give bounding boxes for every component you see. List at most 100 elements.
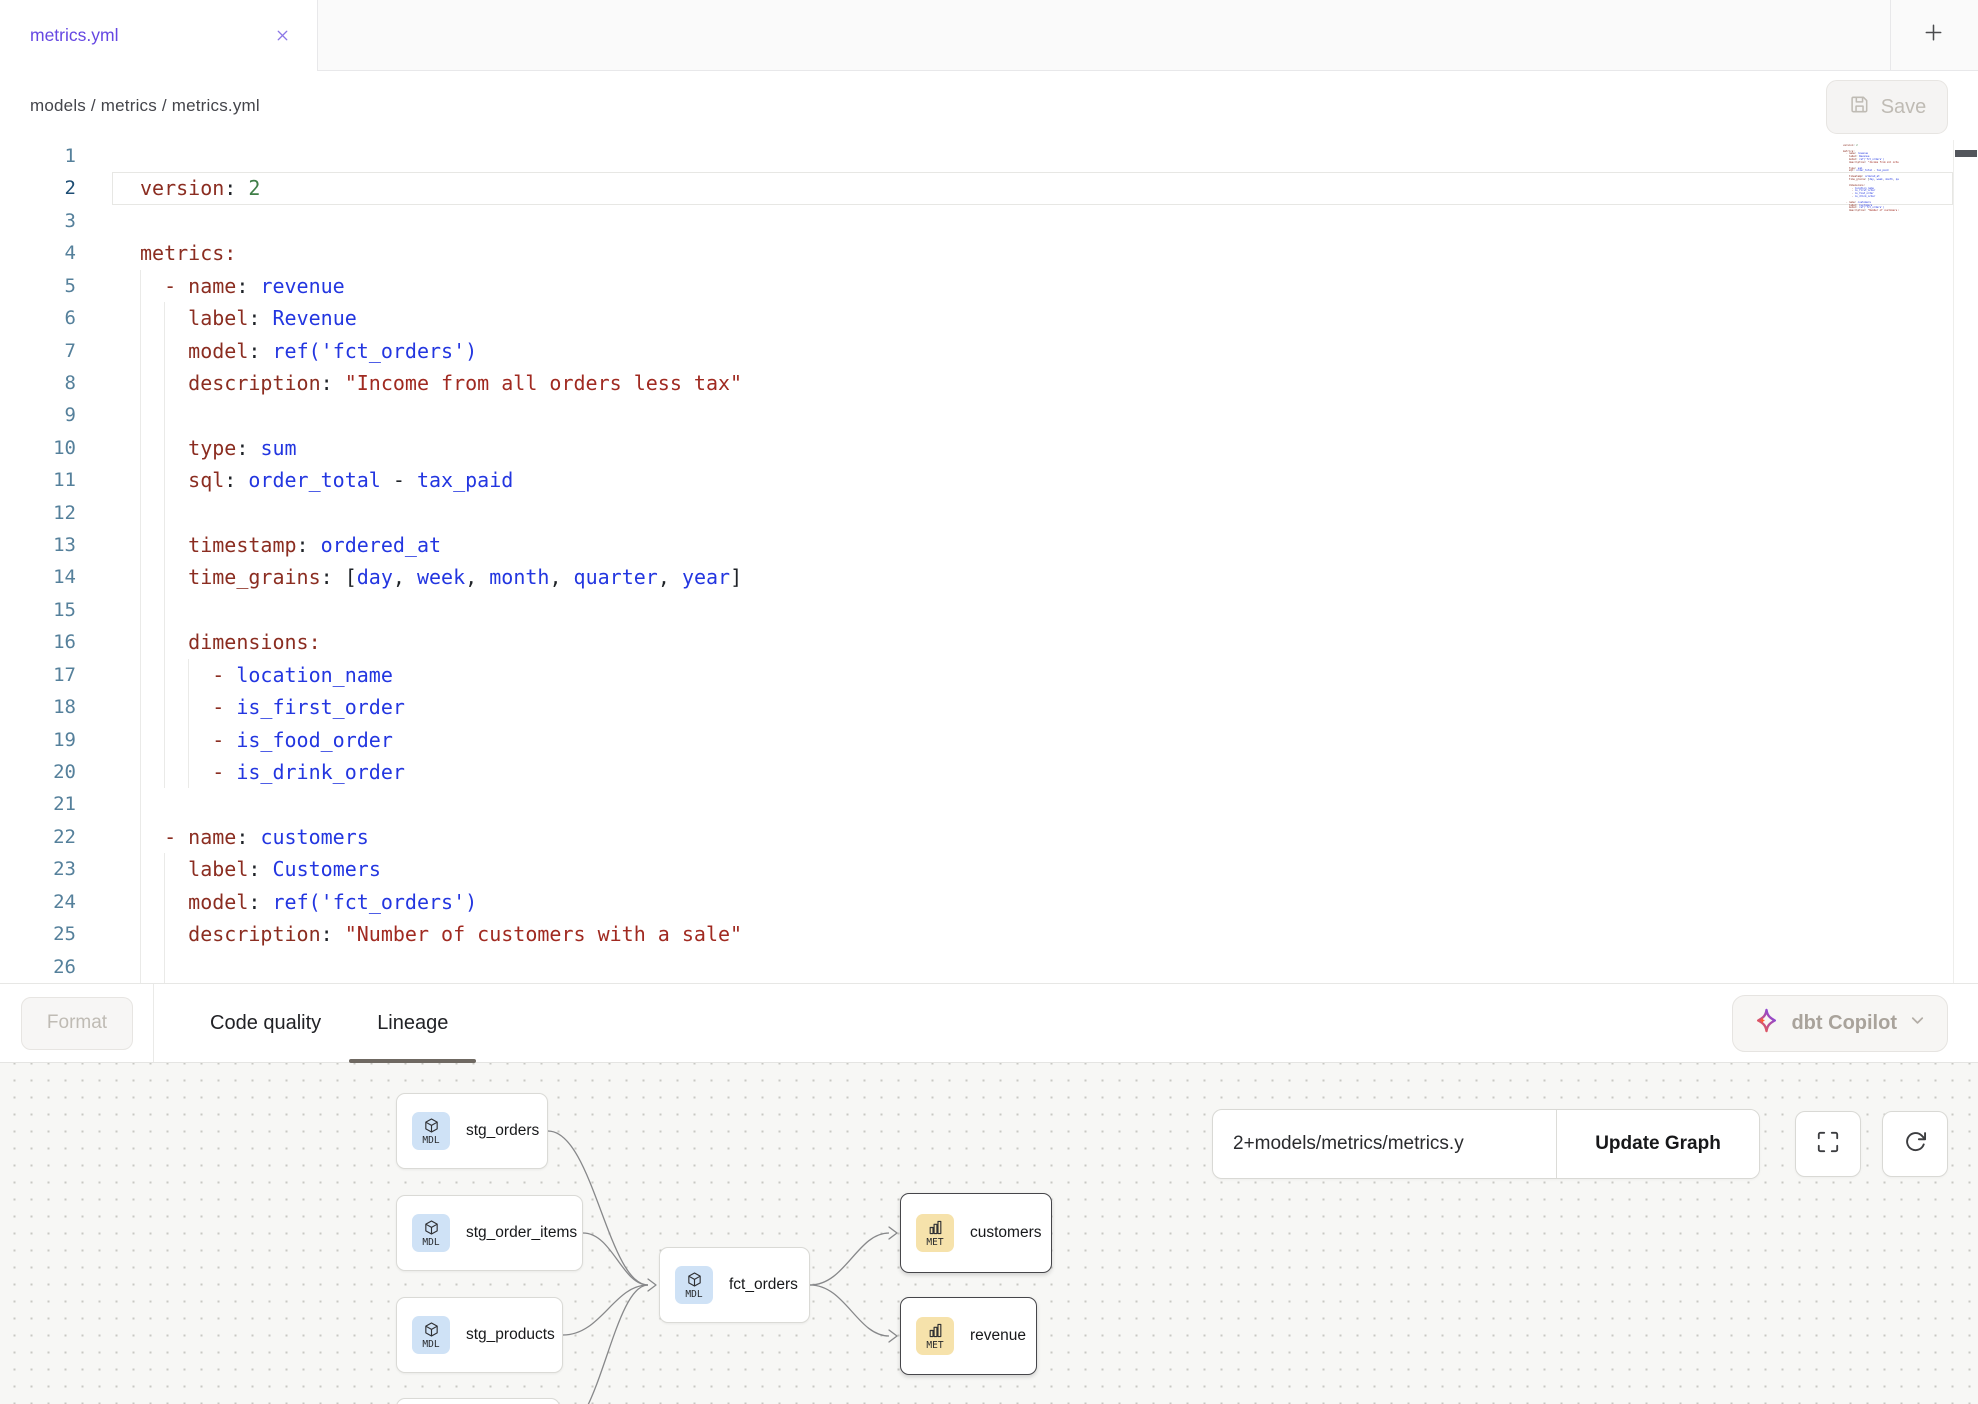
line-number[interactable]: 26	[0, 951, 100, 983]
code-line[interactable]: 12	[0, 497, 1978, 529]
lineage-node-stg_partial[interactable]: MDL	[396, 1398, 560, 1404]
lineage-node-stg_products[interactable]: MDLstg_products	[396, 1297, 563, 1373]
indent-guide	[140, 659, 141, 691]
code-line[interactable]: 15	[0, 594, 1978, 626]
code-line-text: description: "Number of customers with a…	[100, 918, 1978, 950]
line-number[interactable]: 1	[0, 140, 100, 172]
line-number[interactable]: 19	[0, 724, 100, 756]
code-line[interactable]: 4metrics:	[0, 237, 1978, 269]
lineage-node-stg_order_items[interactable]: MDLstg_order_items	[396, 1195, 583, 1271]
tab-code-quality-label: Code quality	[210, 1012, 321, 1035]
code-line[interactable]: 19 - is_food_order	[0, 724, 1978, 756]
lineage-node-customers[interactable]: MET customers	[900, 1193, 1052, 1273]
code-line-text	[100, 788, 1978, 820]
line-number[interactable]: 5	[0, 270, 100, 302]
refresh-button[interactable]	[1882, 1111, 1948, 1177]
lineage-node-stg_orders[interactable]: MDLstg_orders	[396, 1093, 548, 1169]
line-number[interactable]: 4	[0, 237, 100, 269]
code-line[interactable]: 10 type: sum	[0, 432, 1978, 464]
minimap[interactable]: version: 2metrics: - name: revenue label…	[1843, 142, 1899, 252]
line-number[interactable]: 8	[0, 367, 100, 399]
code-line[interactable]: 9	[0, 399, 1978, 431]
line-number[interactable]: 24	[0, 886, 100, 918]
code-line-text: - location_name	[100, 659, 1978, 691]
code-line[interactable]: 1	[0, 140, 1978, 172]
indent-guide	[140, 335, 141, 367]
node-label: customers	[970, 1224, 1042, 1242]
line-number[interactable]: 12	[0, 497, 100, 529]
indent-guide	[188, 724, 189, 756]
lineage-node-revenue[interactable]: METrevenue	[900, 1297, 1037, 1375]
code-line[interactable]: 17 - location_name	[0, 659, 1978, 691]
tab-code-quality[interactable]: Code quality	[182, 984, 349, 1062]
tab-metrics-yml[interactable]: metrics.yml	[0, 0, 318, 71]
code-line-text	[100, 399, 1978, 431]
indent-guide	[140, 270, 141, 302]
metric-badge: MET	[916, 1214, 954, 1252]
code-line[interactable]: 5 - name: revenue	[0, 270, 1978, 302]
save-button[interactable]: Save	[1826, 80, 1948, 134]
code-line[interactable]: 3	[0, 205, 1978, 237]
code-editor[interactable]: 12version: 234metrics:5 - name: revenue6…	[0, 140, 1978, 983]
code-line[interactable]: 6 label: Revenue	[0, 302, 1978, 334]
model-selector-input[interactable]	[1213, 1110, 1556, 1178]
code-line[interactable]: 22 - name: customers	[0, 821, 1978, 853]
fullscreen-button[interactable]	[1795, 1111, 1861, 1177]
node-label: stg_orders	[466, 1122, 539, 1140]
line-number[interactable]: 25	[0, 918, 100, 950]
indent-guide	[188, 756, 189, 788]
code-line[interactable]: 11 sql: order_total - tax_paid	[0, 464, 1978, 496]
line-number[interactable]: 14	[0, 561, 100, 593]
line-number[interactable]: 15	[0, 594, 100, 626]
line-number[interactable]: 6	[0, 302, 100, 334]
line-number[interactable]: 18	[0, 691, 100, 723]
code-line[interactable]: 7 model: ref('fct_orders')	[0, 335, 1978, 367]
cube-icon	[423, 1117, 440, 1134]
code-line[interactable]: 8 description: "Income from all orders l…	[0, 367, 1978, 399]
code-line-text: sql: order_total - tax_paid	[100, 464, 1978, 496]
code-line[interactable]: 14 time_grains: [day, week, month, quart…	[0, 561, 1978, 593]
lineage-canvas[interactable]: MDLstg_ordersMDLstg_order_itemsMDLstg_pr…	[0, 1063, 1978, 1404]
close-icon[interactable]	[271, 25, 293, 47]
dbt-ide-window: metrics.yml models / metrics / metrics.y…	[0, 0, 1978, 1404]
line-number[interactable]: 22	[0, 821, 100, 853]
model-badge: MDL	[412, 1214, 450, 1252]
line-number[interactable]: 9	[0, 399, 100, 431]
code-line-text: - is_first_order	[100, 691, 1978, 723]
code-line[interactable]: 20 - is_drink_order	[0, 756, 1978, 788]
code-line[interactable]: 18 - is_first_order	[0, 691, 1978, 723]
line-number[interactable]: 16	[0, 626, 100, 658]
indent-guide	[140, 497, 141, 529]
indent-guide	[140, 886, 141, 918]
file-header-row: models / metrics / metrics.yml Save	[0, 71, 1978, 140]
line-number[interactable]: 3	[0, 205, 100, 237]
line-number[interactable]: 10	[0, 432, 100, 464]
line-number[interactable]: 13	[0, 529, 100, 561]
code-line[interactable]: 26	[0, 951, 1978, 983]
line-number[interactable]: 7	[0, 335, 100, 367]
code-line[interactable]: 16 dimensions:	[0, 626, 1978, 658]
code-line-text: model: ref('fct_orders')	[100, 335, 1978, 367]
new-tab-button[interactable]	[1908, 10, 1958, 60]
code-line[interactable]: 2version: 2	[0, 172, 1978, 204]
line-number[interactable]: 21	[0, 788, 100, 820]
code-line-text: dimensions:	[100, 626, 1978, 658]
lineage-node-fct_orders[interactable]: MDLfct_orders	[659, 1247, 810, 1323]
line-number[interactable]: 23	[0, 853, 100, 885]
code-line[interactable]: 13 timestamp: ordered_at	[0, 529, 1978, 561]
dbt-copilot-button[interactable]: dbt Copilot	[1732, 995, 1948, 1052]
line-number[interactable]: 2	[0, 172, 100, 204]
node-label: stg_products	[466, 1326, 555, 1344]
format-button[interactable]: Format	[21, 997, 133, 1050]
code-line[interactable]: 21	[0, 788, 1978, 820]
code-line[interactable]: 25 description: "Number of customers wit…	[0, 918, 1978, 950]
update-graph-button[interactable]: Update Graph	[1556, 1110, 1759, 1178]
line-number[interactable]: 11	[0, 464, 100, 496]
code-line[interactable]: 24 model: ref('fct_orders')	[0, 886, 1978, 918]
overview-ruler-cursor-mark	[1955, 150, 1977, 157]
line-number[interactable]: 17	[0, 659, 100, 691]
code-line[interactable]: 23 label: Customers	[0, 853, 1978, 885]
line-number[interactable]: 20	[0, 756, 100, 788]
indent-guide	[164, 886, 165, 918]
tab-lineage[interactable]: Lineage	[349, 984, 476, 1062]
